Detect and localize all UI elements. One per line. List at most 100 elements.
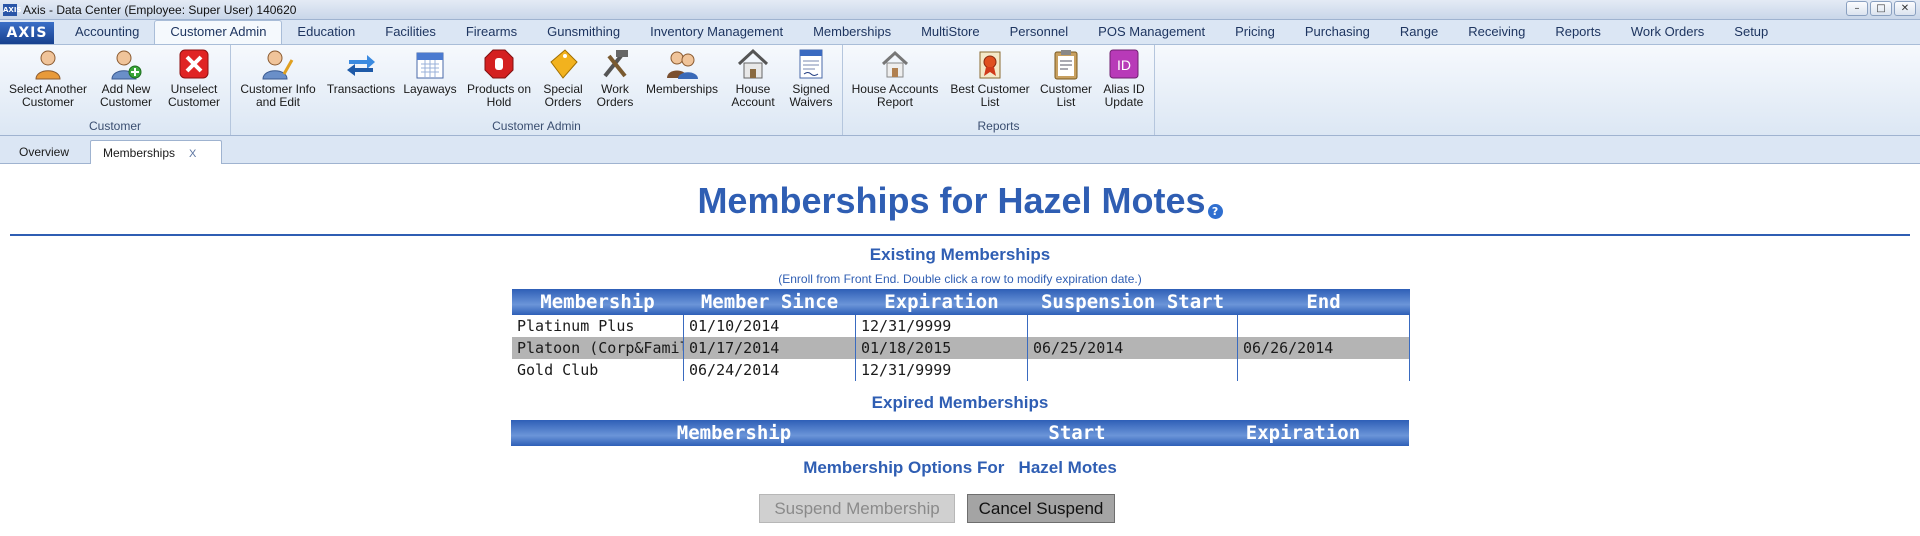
end-cell: 06/26/2014 [1237,337,1410,359]
best-customer-list-button[interactable]: Best Customer List [947,48,1033,109]
ribbon-button-label: Transactions [326,82,396,96]
tab-memberships-doc[interactable]: Memberships X [90,140,222,164]
app-logo-icon: AXIS [3,3,22,16]
transfer-arrows-icon [347,55,375,76]
tab-pos-management[interactable]: POS Management [1083,21,1220,44]
column-header-membership[interactable]: Membership [511,420,957,446]
house-account-button[interactable]: House Account [725,48,781,109]
svg-text:ID: ID [1117,57,1131,73]
tab-inventory-management[interactable]: Inventory Management [635,21,798,44]
close-tab-icon[interactable]: X [189,148,196,160]
column-header-expiration[interactable]: Expiration [855,289,1028,315]
tab-setup[interactable]: Setup [1719,21,1783,44]
existing-memberships-note: (Enroll from Front End. Double click a r… [778,272,1142,286]
expiration-cell: 01/18/2015 [855,337,1028,359]
ribbon-group-customer-admin: Customer Info and Edit Transactions Laya… [231,45,843,135]
end-cell [1237,359,1410,381]
ribbon-button-label: Memberships [645,82,719,96]
close-icon[interactable]: ✕ [1894,1,1916,16]
tab-memberships[interactable]: Memberships [798,21,906,44]
page-title-text: Memberships for Hazel Motes [697,180,1206,221]
minimize-icon[interactable]: – [1846,1,1868,16]
tab-gunsmithing[interactable]: Gunsmithing [532,21,635,44]
ribbon-tab-bar: AXIS Accounting Customer Admin Education… [0,20,1920,44]
add-new-customer-button[interactable]: Add New Customer [94,48,158,109]
stop-hand-icon [484,49,514,79]
column-header-expiration[interactable]: Expiration [1197,420,1409,446]
special-tag-icon [550,49,578,79]
column-header-end[interactable]: End [1237,289,1410,315]
ribbon-button-label: Customer Info and Edit [240,82,316,109]
tab-overview[interactable]: Overview [7,140,81,164]
add-person-icon [111,50,142,80]
membership-cell: Gold Club [511,359,684,381]
column-header-suspension-start[interactable]: Suspension Start [1027,289,1238,315]
calendar-icon [416,52,444,79]
tab-reports[interactable]: Reports [1540,21,1616,44]
window-controls: – □ ✕ [1846,1,1916,16]
customer-info-edit-button[interactable]: Customer Info and Edit [235,48,321,109]
tab-firearms[interactable]: Firearms [451,21,532,44]
customer-list-button[interactable]: Customer List [1037,48,1095,109]
suspension-start-cell [1027,359,1238,381]
special-orders-button[interactable]: Special Orders [539,48,587,109]
table-row[interactable]: Gold Club 06/24/2014 12/31/9999 [511,359,1410,381]
tab-work-orders[interactable]: Work Orders [1616,21,1719,44]
axis-logo[interactable]: AXIS [0,22,54,44]
page-title: Memberships for Hazel Motes? [0,180,1920,222]
ribbon-button-label: Products on Hold [466,82,532,109]
ribbon-group-reports: House Accounts Report Best Customer List… [843,45,1155,135]
work-orders-button[interactable]: Work Orders [589,48,641,109]
tab-facilities[interactable]: Facilities [370,21,451,44]
ribbon-button-label: Layaways [403,82,457,96]
ribbon-group-label: Reports [977,119,1020,133]
help-icon[interactable]: ? [1207,204,1223,219]
house-accounts-report-button[interactable]: House Accounts Report [847,48,943,109]
tab-customer-admin[interactable]: Customer Admin [154,20,283,44]
tab-range[interactable]: Range [1385,21,1453,44]
existing-memberships-table: Membership Member Since Expiration Suspe… [511,289,1410,381]
layaways-button[interactable]: Layaways [399,48,461,96]
ribbon-button-label: House Account [731,82,775,109]
expiration-cell: 12/31/9999 [855,359,1028,381]
unselect-customer-button[interactable]: Unselect Customer [162,48,226,109]
tab-education[interactable]: Education [282,21,370,44]
suspension-start-cell: 06/25/2014 [1027,337,1238,359]
document-tab-bar: Overview Memberships X [0,136,1920,164]
select-another-customer-button[interactable]: Select Another Customer [4,48,92,109]
column-header-start[interactable]: Start [957,420,1197,446]
transactions-button[interactable]: Transactions [325,48,397,96]
ribbon-button-label: Select Another Customer [8,82,88,109]
member-since-cell: 06/24/2014 [683,359,856,381]
tab-accounting[interactable]: Accounting [60,21,154,44]
column-header-membership[interactable]: Membership [511,289,684,315]
products-on-hold-button[interactable]: Products on Hold [463,48,535,109]
alias-id-update-button[interactable]: ID Alias ID Update [1097,48,1151,109]
tab-pricing[interactable]: Pricing [1220,21,1290,44]
ribbon-group-label: Customer [88,119,141,133]
memberships-button[interactable]: Memberships [643,48,721,96]
member-since-cell: 01/17/2014 [683,337,856,359]
column-header-member-since[interactable]: Member Since [683,289,856,315]
tab-multistore[interactable]: MultiStore [906,21,995,44]
ribbon-button-label: Signed Waivers [789,82,833,109]
maximize-icon[interactable]: □ [1870,1,1892,16]
membership-options-label: Membership Options For [803,458,1005,477]
ribbon-group-customer: Select Another Customer Add New Customer… [0,45,231,135]
person-edit-icon [262,50,294,80]
tab-purchasing[interactable]: Purchasing [1290,21,1385,44]
suspend-membership-button[interactable]: Suspend Membership [759,494,955,523]
window-title: Axis - Data Center (Employee: Super User… [23,2,297,17]
membership-options-customer: Hazel Motes [1018,458,1117,477]
expiration-cell: 12/31/9999 [855,315,1028,337]
cancel-suspend-button[interactable]: Cancel Suspend [967,494,1115,523]
table-row[interactable]: Platinum Plus 01/10/2014 12/31/9999 [511,315,1410,337]
window-title-bar: AXIS Axis - Data Center (Employee: Super… [0,0,1920,20]
member-since-cell: 01/10/2014 [683,315,856,337]
ribbon-award-icon [979,51,1001,79]
signed-waivers-button[interactable]: Signed Waivers [783,48,839,109]
table-row-selected[interactable]: Platoon (Corp&Family) 01/17/2014 01/18/2… [511,337,1410,359]
waiver-document-icon [799,49,823,79]
tab-personnel[interactable]: Personnel [995,21,1084,44]
tab-receiving[interactable]: Receiving [1453,21,1540,44]
